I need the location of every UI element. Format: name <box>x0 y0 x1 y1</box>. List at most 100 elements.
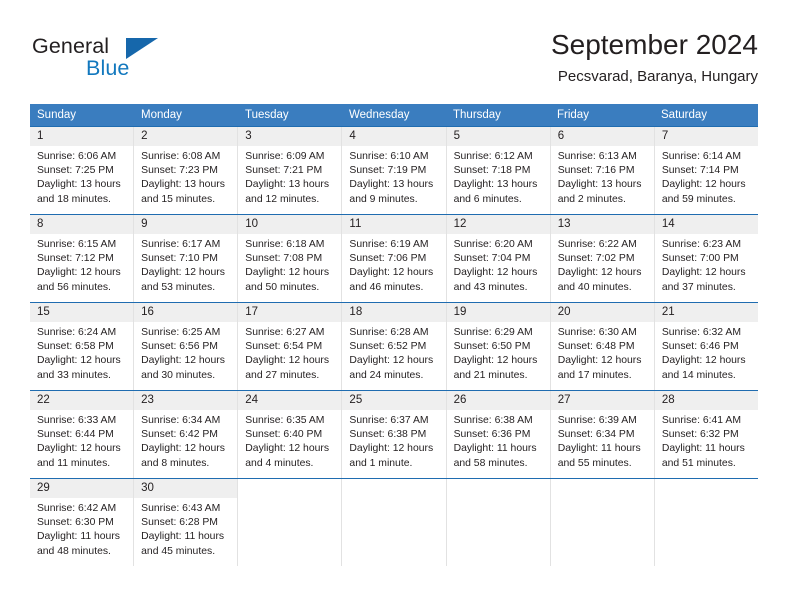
day-cell[interactable]: 17 Sunrise: 6:27 AM Sunset: 6:54 PM Dayl… <box>238 303 343 390</box>
sunrise-text: Sunrise: 6:39 AM <box>557 415 637 426</box>
day-cell[interactable]: 10 Sunrise: 6:18 AM Sunset: 7:08 PM Dayl… <box>238 215 343 302</box>
daynum-band <box>447 479 550 498</box>
daynum-band: 17 <box>238 303 342 322</box>
daylight-text-line2: and 15 minutes. <box>141 193 216 205</box>
sunrise-text: Sunrise: 6:25 AM <box>141 327 221 338</box>
title-block: September 2024 Pecsvarad, Baranya, Hunga… <box>551 28 758 87</box>
day-cell[interactable]: 12 Sunrise: 6:20 AM Sunset: 7:04 PM Dayl… <box>446 215 551 302</box>
daylight-text-line1: Daylight: 11 hours <box>557 443 641 455</box>
day-details: Sunrise: 6:42 AM Sunset: 6:30 PM Dayligh… <box>30 498 133 559</box>
day-cell[interactable]: 16 Sunrise: 6:25 AM Sunset: 6:56 PM Dayl… <box>134 303 239 390</box>
daylight-text-line2: and 50 minutes. <box>245 281 320 293</box>
daynum-band: 27 <box>550 391 654 410</box>
daylight-text-line1: Daylight: 12 hours <box>453 267 538 279</box>
daylight-text-line1: Daylight: 13 hours <box>37 179 121 191</box>
weekday-header-sunday: Sunday <box>37 109 77 121</box>
daylight-text-line1: Daylight: 12 hours <box>557 267 642 279</box>
day-details: Sunrise: 6:19 AM Sunset: 7:06 PM Dayligh… <box>342 234 445 295</box>
day-cell-empty <box>238 479 343 566</box>
day-details: Sunrise: 6:27 AM Sunset: 6:54 PM Dayligh… <box>238 322 341 383</box>
day-cell[interactable]: 5 Sunrise: 6:12 AM Sunset: 7:18 PM Dayli… <box>446 127 551 214</box>
daylight-text-line1: Daylight: 12 hours <box>349 443 434 455</box>
daylight-text-line2: and 24 minutes. <box>349 369 424 381</box>
day-number: 1 <box>37 130 44 142</box>
day-cell[interactable]: 15 Sunrise: 6:24 AM Sunset: 6:58 PM Dayl… <box>30 303 135 390</box>
daylight-text-line2: and 27 minutes. <box>245 369 320 381</box>
sunrise-text: Sunrise: 6:22 AM <box>557 239 637 250</box>
day-number: 22 <box>37 394 50 406</box>
daynum-band: 10 <box>238 215 342 234</box>
daynum-band: 20 <box>550 303 654 322</box>
day-number: 14 <box>661 218 675 230</box>
sunrise-text: Sunrise: 6:06 AM <box>37 151 117 162</box>
day-cell[interactable]: 29 Sunrise: 6:42 AM Sunset: 6:30 PM Dayl… <box>30 479 135 566</box>
sunset-text: Sunset: 7:23 PM <box>141 165 218 177</box>
day-details: Sunrise: 6:09 AM Sunset: 7:21 PM Dayligh… <box>238 146 341 207</box>
daynum-band: 6 <box>550 127 654 146</box>
daynum-band: 29 <box>30 479 134 498</box>
sunrise-text: Sunrise: 6:42 AM <box>37 503 117 514</box>
day-details: Sunrise: 6:32 AM Sunset: 6:46 PM Dayligh… <box>655 322 758 383</box>
page-subtitle: Pecsvarad, Baranya, Hungary <box>557 68 758 85</box>
sunset-text: Sunset: 6:58 PM <box>37 341 114 353</box>
brand-name-blue: Blue <box>86 56 130 80</box>
day-cell[interactable]: 1 Sunrise: 6:06 AM Sunset: 7:25 PM Dayli… <box>30 127 135 214</box>
sunset-text: Sunset: 6:42 PM <box>141 429 218 441</box>
day-cell[interactable]: 3 Sunrise: 6:09 AM Sunset: 7:21 PM Dayli… <box>238 127 343 214</box>
day-number: 15 <box>37 306 50 318</box>
day-cell[interactable]: 13 Sunrise: 6:22 AM Sunset: 7:02 PM Dayl… <box>550 215 655 302</box>
day-details: Sunrise: 6:39 AM Sunset: 6:34 PM Dayligh… <box>551 410 654 471</box>
sunrise-text: Sunrise: 6:10 AM <box>349 151 429 162</box>
daynum-band: 30 <box>134 479 238 498</box>
triangle-logo-icon <box>126 38 158 59</box>
daylight-text-line1: Daylight: 12 hours <box>37 443 121 455</box>
sunrise-text: Sunrise: 6:17 AM <box>141 239 221 250</box>
day-details: Sunrise: 6:13 AM Sunset: 7:16 PM Dayligh… <box>551 146 654 207</box>
sunrise-text: Sunrise: 6:41 AM <box>661 415 741 426</box>
daynum-band <box>342 479 445 498</box>
day-cell[interactable]: 27 Sunrise: 6:39 AM Sunset: 6:34 PM Dayl… <box>550 391 655 478</box>
day-cell[interactable]: 6 Sunrise: 6:13 AM Sunset: 7:16 PM Dayli… <box>550 127 655 214</box>
day-cell[interactable]: 22 Sunrise: 6:33 AM Sunset: 6:44 PM Dayl… <box>30 391 135 478</box>
day-cell[interactable]: 2 Sunrise: 6:08 AM Sunset: 7:23 PM Dayli… <box>134 127 239 214</box>
day-cell[interactable]: 7 Sunrise: 6:14 AM Sunset: 7:14 PM Dayli… <box>654 127 758 214</box>
weekday-header-saturday: Saturday <box>661 109 708 121</box>
day-number: 30 <box>141 482 154 494</box>
daylight-text-line2: and 30 minutes. <box>141 369 216 381</box>
daylight-text-line1: Daylight: 12 hours <box>141 355 225 367</box>
day-cell[interactable]: 4 Sunrise: 6:10 AM Sunset: 7:19 PM Dayli… <box>342 127 447 214</box>
day-cell[interactable]: 8 Sunrise: 6:15 AM Sunset: 7:12 PM Dayli… <box>30 215 135 302</box>
day-cell[interactable]: 11 Sunrise: 6:19 AM Sunset: 7:06 PM Dayl… <box>342 215 447 302</box>
daylight-text-line2: and 48 minutes. <box>37 545 111 557</box>
day-cell[interactable]: 19 Sunrise: 6:29 AM Sunset: 6:50 PM Dayl… <box>446 303 551 390</box>
day-cell[interactable]: 26 Sunrise: 6:38 AM Sunset: 6:36 PM Dayl… <box>446 391 551 478</box>
day-cell[interactable]: 9 Sunrise: 6:17 AM Sunset: 7:10 PM Dayli… <box>134 215 239 302</box>
sunset-text: Sunset: 6:40 PM <box>245 429 323 441</box>
calendar-page: General Blue September 2024 Pecsvarad, B… <box>0 0 792 612</box>
day-details: Sunrise: 6:43 AM Sunset: 6:28 PM Dayligh… <box>134 498 237 559</box>
day-cell[interactable]: 30 Sunrise: 6:43 AM Sunset: 6:28 PM Dayl… <box>134 479 239 566</box>
daynum-band: 28 <box>654 391 758 410</box>
daynum-band: 21 <box>654 303 758 322</box>
day-cell[interactable]: 28 Sunrise: 6:41 AM Sunset: 6:32 PM Dayl… <box>654 391 758 478</box>
sunset-text: Sunset: 7:04 PM <box>453 253 531 265</box>
daynum-band: 8 <box>30 215 134 234</box>
week-row: 15 Sunrise: 6:24 AM Sunset: 6:58 PM Dayl… <box>30 302 758 390</box>
day-cell[interactable]: 18 Sunrise: 6:28 AM Sunset: 6:52 PM Dayl… <box>342 303 447 390</box>
day-cell[interactable]: 14 Sunrise: 6:23 AM Sunset: 7:00 PM Dayl… <box>654 215 758 302</box>
day-cell[interactable]: 23 Sunrise: 6:34 AM Sunset: 6:42 PM Dayl… <box>134 391 239 478</box>
daylight-text-line1: Daylight: 11 hours <box>37 531 120 543</box>
daylight-text-line1: Daylight: 12 hours <box>349 355 434 367</box>
day-cell[interactable]: 25 Sunrise: 6:37 AM Sunset: 6:38 PM Dayl… <box>342 391 447 478</box>
sunset-text: Sunset: 7:10 PM <box>141 253 218 265</box>
day-number: 6 <box>557 130 565 142</box>
sunset-text: Sunset: 7:12 PM <box>37 253 114 265</box>
day-cell[interactable]: 20 Sunrise: 6:30 AM Sunset: 6:48 PM Dayl… <box>550 303 655 390</box>
sunset-text: Sunset: 6:34 PM <box>557 429 635 441</box>
sunrise-text: Sunrise: 6:09 AM <box>245 151 325 162</box>
day-number: 3 <box>245 130 252 142</box>
brand-logo[interactable]: General Blue <box>30 34 180 88</box>
day-cell[interactable]: 24 Sunrise: 6:35 AM Sunset: 6:40 PM Dayl… <box>238 391 343 478</box>
day-cell[interactable]: 21 Sunrise: 6:32 AM Sunset: 6:46 PM Dayl… <box>654 303 758 390</box>
day-number: 29 <box>37 482 50 494</box>
